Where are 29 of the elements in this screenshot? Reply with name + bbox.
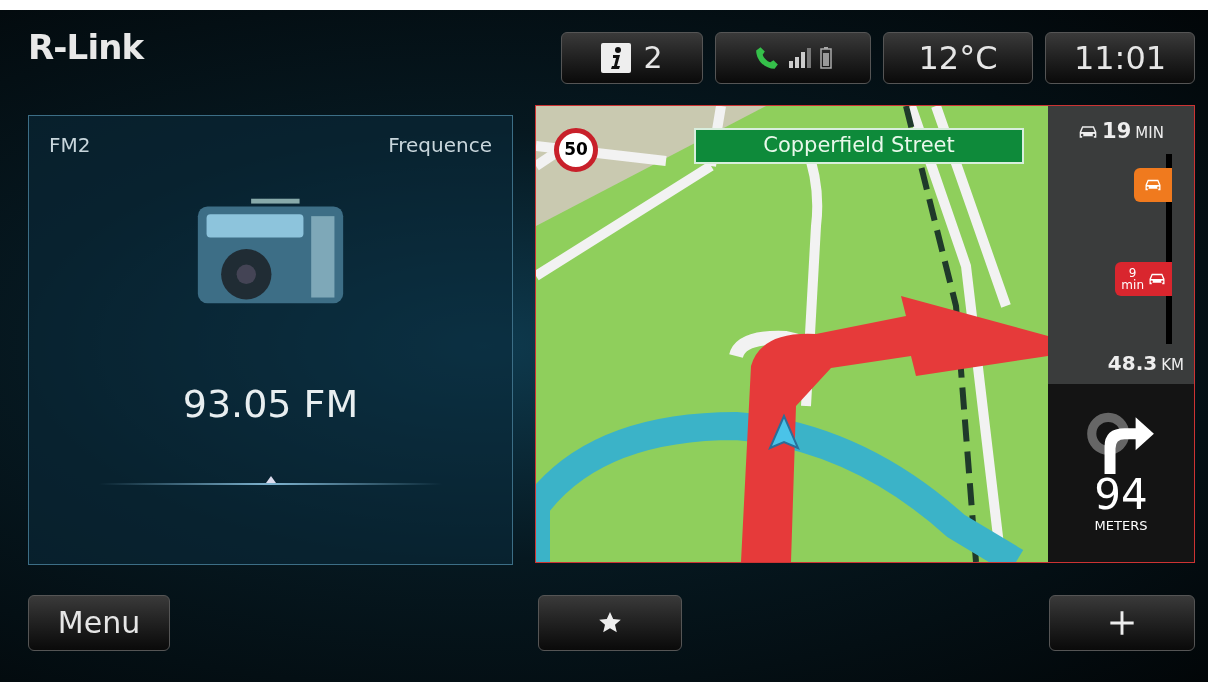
car-icon	[1078, 123, 1099, 140]
status-button[interactable]: 11:01	[1045, 31, 1195, 84]
delay-unit: min	[1121, 279, 1144, 291]
signal-icon	[788, 47, 812, 68]
car-icon	[1144, 178, 1162, 192]
frequency-readout: 93.05 FM	[182, 381, 359, 428]
info-icon	[601, 42, 632, 73]
phone-icon	[754, 44, 780, 71]
phone-status-button[interactable]	[715, 31, 871, 84]
star-icon	[597, 610, 622, 635]
battery-icon	[820, 46, 832, 69]
turn-distance-unit: METERS	[1094, 517, 1148, 536]
status-button[interactable]: 12°C	[883, 31, 1033, 84]
distance-value: 48.3	[1107, 350, 1158, 377]
mode-label: Frequence	[388, 132, 492, 159]
turn-distance-value: 94	[1094, 474, 1148, 517]
logo: R-Link	[28, 26, 144, 69]
menu-button[interactable]: Menu	[28, 594, 170, 651]
favorites-button[interactable]	[537, 594, 682, 651]
street-name-sign: Copperfield Street	[694, 128, 1024, 164]
distance-unit: KM	[1161, 355, 1184, 376]
eta-unit: MIN	[1135, 123, 1164, 144]
info-button[interactable]: 2	[561, 31, 703, 84]
band-label: FM2	[49, 132, 91, 159]
eta-value: 19	[1102, 118, 1132, 145]
delay-value: 9	[1128, 267, 1137, 279]
plus-icon	[1108, 608, 1136, 637]
car-icon	[1148, 272, 1166, 286]
add-button[interactable]	[1049, 594, 1195, 651]
